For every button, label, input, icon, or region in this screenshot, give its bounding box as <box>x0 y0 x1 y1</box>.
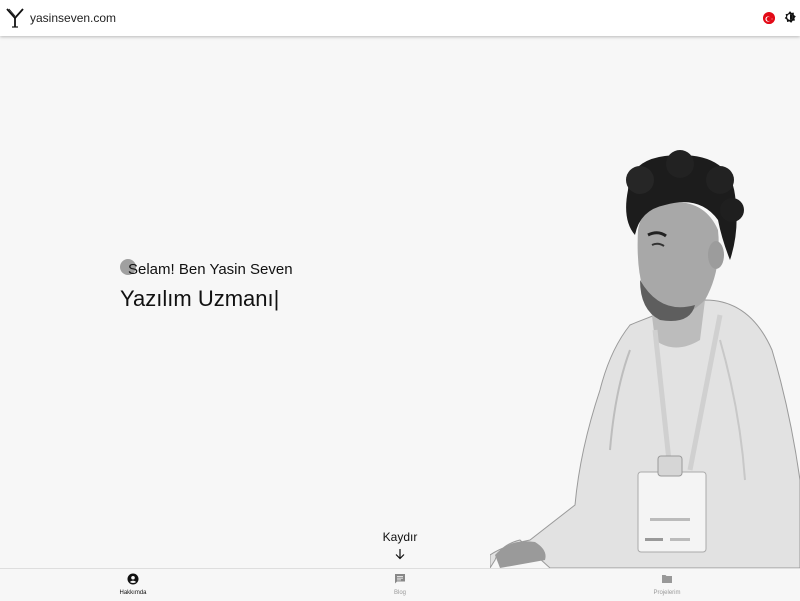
turkey-flag-icon[interactable] <box>763 12 775 24</box>
brightness-icon[interactable] <box>783 10 797 24</box>
nav-item-projelerim[interactable]: Projelerim <box>607 569 727 601</box>
chat-icon <box>395 574 405 584</box>
nav-label-blog: Blog <box>393 590 406 596</box>
bottom-navigation: Hakkımda Blog Projelerim <box>0 568 800 601</box>
nav-label-hakkimda: Hakkımda <box>119 590 147 596</box>
top-app-bar: yasinseven.com <box>0 0 800 36</box>
account-circle-icon <box>127 573 139 585</box>
arrow-down-icon[interactable] <box>394 548 406 560</box>
profile-photo <box>490 150 800 568</box>
site-title[interactable]: yasinseven.com <box>30 11 116 25</box>
nav-item-hakkimda[interactable]: Hakkımda <box>73 569 193 601</box>
hero-greeting: Selam! Ben Yasin Seven <box>128 261 293 278</box>
folder-icon <box>662 575 672 583</box>
y-logo-icon[interactable] <box>6 8 24 28</box>
nav-item-blog[interactable]: Blog <box>340 569 460 601</box>
nav-label-projelerim: Projelerim <box>653 590 681 596</box>
typing-caret: | <box>273 286 280 311</box>
hero-role-text: Yazılım Uzmanı <box>120 286 274 311</box>
hero-role-title: Yazılım Uzmanı| <box>120 286 279 312</box>
scroll-label[interactable]: Kaydır <box>370 530 430 544</box>
